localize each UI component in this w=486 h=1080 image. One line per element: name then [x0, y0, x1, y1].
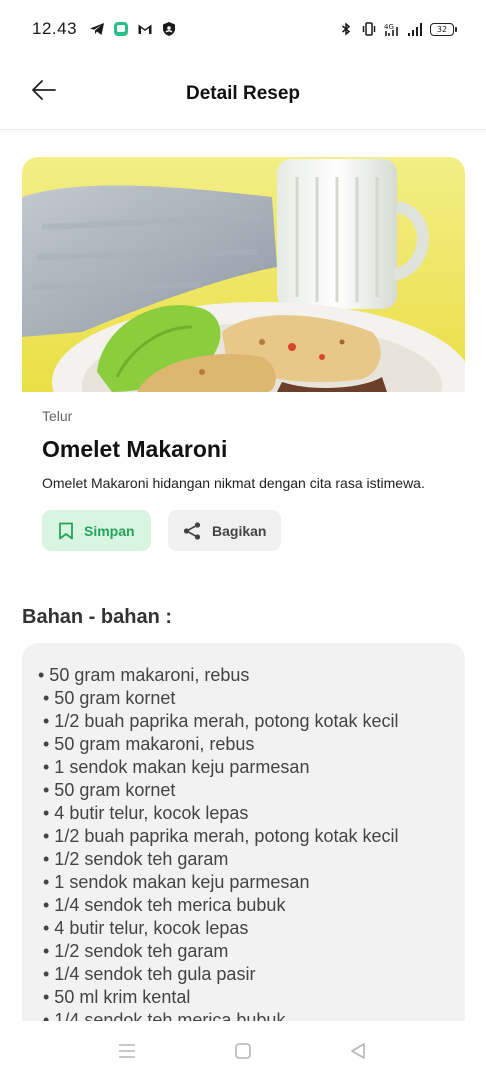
- page-title: Detail Resep: [185, 82, 301, 104]
- save-button-label: Simpan: [84, 522, 135, 539]
- recipe-description: Omelet Makaroni hidangan nikmat dengan c…: [42, 475, 425, 491]
- list-item: • 4 butir telur, kocok lepas: [43, 803, 249, 823]
- home-square-icon: [235, 1043, 251, 1059]
- telegram-icon: [90, 23, 105, 35]
- list-item: • 1/4 sendok teh merica bubuk: [43, 895, 286, 915]
- svg-text:4G: 4G: [384, 23, 394, 31]
- arrow-left-icon: [32, 80, 56, 100]
- status-time: 12.43: [32, 19, 78, 38]
- list-item: • 50 gram kornet: [43, 780, 176, 800]
- list-item: • 50 gram makaroni, rebus: [38, 665, 250, 685]
- back-button[interactable]: [28, 74, 60, 106]
- ingredients-heading: Bahan - bahan :: [22, 606, 173, 628]
- shield-icon: [163, 22, 176, 36]
- app-icon: [114, 22, 129, 36]
- app-bar: Detail Resep: [0, 58, 486, 130]
- share-button-label: Bagikan: [212, 522, 267, 539]
- nav-menu-button[interactable]: [115, 1039, 139, 1063]
- nav-back-button[interactable]: [346, 1039, 370, 1063]
- list-item: • 4 butir telur, kocok lepas: [43, 918, 249, 938]
- battery-icon: 32: [430, 22, 457, 36]
- list-item: • 1/2 buah paprika merah, potong kotak k…: [43, 711, 399, 731]
- status-bar: 12.43 4G 32: [0, 0, 486, 58]
- list-item: • 50 gram kornet: [43, 688, 176, 708]
- recipe-image: [22, 157, 465, 392]
- share-icon: [183, 521, 201, 540]
- status-right-icons: 4G 32: [338, 21, 457, 37]
- status-left-icons: [89, 21, 177, 37]
- list-item: • 1/2 sendok teh garam: [43, 941, 229, 961]
- list-item: • 1/2 buah paprika merah, potong kotak k…: [43, 826, 399, 846]
- save-button[interactable]: Simpan: [42, 510, 151, 551]
- list-item: • 1 sendok makan keju parmesan: [43, 757, 310, 777]
- bluetooth-icon: [342, 22, 351, 36]
- signal-4g-icon: 4G: [384, 23, 398, 36]
- list-item: • 1/4 sendok teh gula pasir: [43, 964, 256, 984]
- recipe-title: Omelet Makaroni: [42, 436, 228, 462]
- list-item: • 1 sendok makan keju parmesan: [43, 872, 310, 892]
- omelet-photo: [22, 157, 465, 392]
- signal-bars-icon: [408, 23, 422, 36]
- vibrate-icon: [362, 22, 376, 36]
- list-item: • 50 gram makaroni, rebus: [43, 734, 255, 754]
- recipe-category: Telur: [42, 408, 73, 424]
- ingredients-list[interactable]: • 50 gram makaroni, rebus • 50 gram korn…: [22, 643, 465, 1023]
- list-item: • 50 ml krim kental: [43, 987, 191, 1007]
- menu-icon: [119, 1044, 135, 1058]
- list-item: • 1/2 sendok teh garam: [43, 849, 229, 869]
- back-triangle-icon: [351, 1043, 365, 1059]
- nav-home-button[interactable]: [231, 1039, 255, 1063]
- share-button[interactable]: Bagikan: [168, 510, 281, 551]
- gmail-icon: [138, 24, 152, 34]
- system-nav-bar: [0, 1021, 486, 1080]
- bookmark-icon: [59, 522, 73, 539]
